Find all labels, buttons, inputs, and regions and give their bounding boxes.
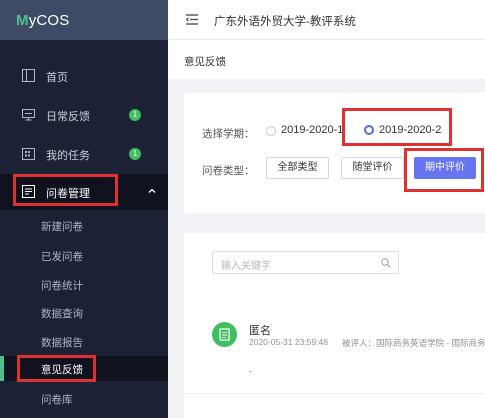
sidebar-item-survey-management[interactable]: 问卷管理 bbox=[0, 174, 168, 210]
sidebar-subitem-label: 意见反馈 bbox=[41, 364, 83, 376]
sidebar-item-label: 问卷管理 bbox=[46, 188, 90, 200]
logo-bar: MyCOS bbox=[0, 0, 168, 40]
feedback-evaluatee: 被评人：国际商务英语学院 - 国际商务英 bbox=[342, 338, 485, 348]
feedback-author: 匿名 bbox=[249, 325, 271, 337]
sidebar-item-label: 首页 bbox=[46, 72, 68, 84]
sidebar-subitem-label: 新建问卷 bbox=[41, 221, 83, 233]
feedback-list-panel: 输入关键字 匿名 2020-05-31 23:59:48 被评人：国际商务英语学… bbox=[184, 233, 485, 418]
sidebar-subitem-label: 问卷库 bbox=[41, 394, 73, 406]
calendar-icon bbox=[22, 148, 35, 160]
type-all-button[interactable]: 全部类型 bbox=[266, 157, 329, 179]
sidebar-item-my-tasks[interactable]: 我的任务 1 bbox=[0, 136, 168, 172]
search-placeholder: 输入关键字 bbox=[221, 261, 271, 272]
term-radio-2[interactable] bbox=[364, 125, 374, 135]
term-option-1[interactable]: 2019-2020-1 bbox=[281, 124, 343, 136]
layout-icon bbox=[22, 69, 35, 82]
sidebar-subitem-data-report[interactable]: 数据报告 bbox=[0, 329, 168, 354]
notification-badge: 1 bbox=[129, 148, 141, 160]
type-midterm-button[interactable]: 期中评价 bbox=[414, 157, 476, 179]
type-label: 问卷类型： bbox=[202, 165, 255, 177]
sidebar: MyCOS 首页 日常反馈 1 我的任务 1 问卷管理 新建问卷 已发问卷 问卷… bbox=[0, 0, 168, 418]
term-option-2[interactable]: 2019-2020-2 bbox=[379, 124, 441, 136]
sidebar-subitem-new-survey[interactable]: 新建问卷 bbox=[0, 213, 168, 238]
sidebar-subitem-sent-surveys[interactable]: 已发问卷 bbox=[0, 243, 168, 268]
divider bbox=[184, 393, 485, 394]
sidebar-item-daily-feedback[interactable]: 日常反馈 1 bbox=[0, 97, 168, 133]
filter-panel: 选择学期： 2019-2020-1 2019-2020-2 问卷类型： 全部类型… bbox=[184, 93, 485, 213]
survey-icon bbox=[22, 185, 35, 198]
term-label: 选择学期： bbox=[202, 128, 255, 140]
monitor-icon bbox=[22, 109, 35, 121]
sidebar-item-label: 日常反馈 bbox=[46, 111, 90, 123]
sidebar-item-label: 我的任务 bbox=[46, 150, 90, 162]
anonymous-avatar bbox=[212, 322, 237, 347]
sidebar-item-home[interactable]: 首页 bbox=[0, 58, 168, 94]
type-in-class-button[interactable]: 随堂评价 bbox=[341, 157, 404, 179]
search-icon[interactable] bbox=[381, 258, 391, 268]
sidebar-subitem-label: 数据报告 bbox=[41, 337, 83, 349]
sidebar-subitem-survey-library[interactable]: 问卷库 bbox=[0, 386, 168, 411]
breadcrumb: 意见反馈 bbox=[184, 56, 226, 68]
sidebar-subitem-label: 数据查询 bbox=[41, 308, 83, 320]
chevron-up-icon[interactable] bbox=[148, 187, 156, 195]
sidebar-subitem-feedback[interactable]: 意见反馈 bbox=[0, 356, 168, 381]
breadcrumb-bar: 意见反馈 bbox=[168, 41, 485, 79]
notification-badge: 1 bbox=[129, 109, 141, 121]
sidebar-subitem-survey-stats[interactable]: 问卷统计 bbox=[0, 272, 168, 297]
menu-toggle-icon[interactable] bbox=[186, 14, 198, 25]
document-icon bbox=[219, 328, 230, 341]
app-logo[interactable]: MyCOS bbox=[16, 12, 70, 29]
search-input[interactable]: 输入关键字 bbox=[212, 251, 399, 274]
sidebar-subitem-label: 问卷统计 bbox=[41, 280, 83, 292]
sidebar-subitem-data-query[interactable]: 数据查询 bbox=[0, 300, 168, 325]
term-radio-1[interactable] bbox=[266, 126, 276, 136]
page-title: 广东外语外贸大学-教评系统 bbox=[214, 16, 356, 28]
feedback-timestamp: 2020-05-31 23:59:48 bbox=[249, 337, 328, 347]
top-header: 广东外语外贸大学-教评系统 bbox=[168, 0, 485, 40]
feedback-content: . bbox=[249, 364, 252, 374]
sidebar-subitem-label: 已发问卷 bbox=[41, 251, 83, 263]
